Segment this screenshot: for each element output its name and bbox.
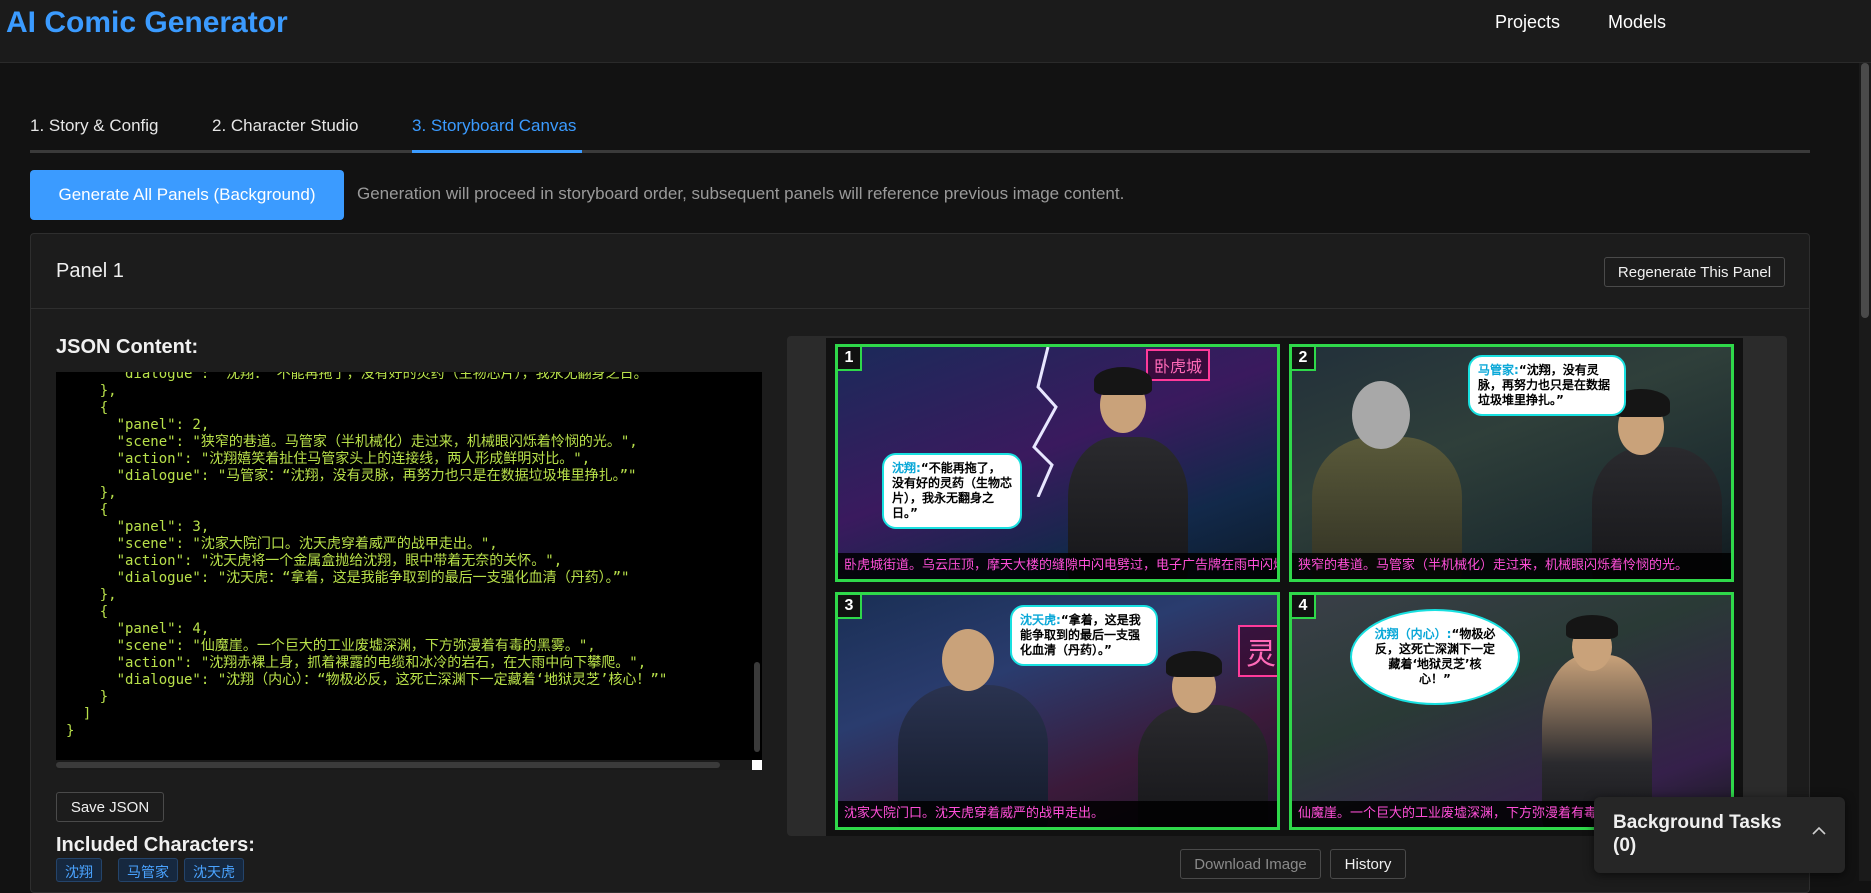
nav-models-link[interactable]: Models [1608,12,1666,33]
speech-bubble: 马管家:“沈翔，没有灵脉，再努力也只是在数据垃圾堆里挣扎。” [1468,355,1626,416]
bubble-speaker: 沈天虎: [1020,613,1061,627]
json-editor-text[interactable]: "dialogue": "沈翔：“不能再拖了，没有好的灵药（生物芯片），我永无翻… [66,372,746,740]
json-content-label: JSON Content: [56,336,199,358]
character-tag[interactable]: 沈天虎 [184,858,244,882]
comic-panel-4: 沈翔（内心）:“物极必反，这死亡深渊下一定藏着‘地狱灵芝’核心！” 仙魔崖。一个… [1289,592,1734,830]
nav-projects-link[interactable]: Projects [1495,12,1560,33]
comic-panel-2: 马管家:“沈翔，没有灵脉，再努力也只是在数据垃圾堆里挣扎。” 狭窄的巷道。马管家… [1289,344,1734,582]
bubble-speaker: 沈翔（内心）: [1374,627,1452,641]
comic-image-area: 卧虎城 沈翔:“不能再拖了，没有好的灵药（生物芯片），我永无翻身之日。” 卧虎城… [787,336,1787,836]
character-hair [1094,367,1152,395]
tab-story-config[interactable]: 1. Story & Config [30,116,159,136]
character-hair [1166,651,1222,677]
panel-header: Panel 1 Regenerate This Panel [31,234,1809,309]
panel-number: 3 [838,595,862,619]
character-hair [1566,615,1618,639]
panel-caption: 沈家大院门口。沈天虎穿着威严的战甲走出。 [838,801,1277,827]
tab-storyboard-canvas[interactable]: 3. Storyboard Canvas [412,116,576,136]
json-vertical-scrollbar[interactable] [754,662,760,752]
json-resize-handle[interactable] [752,760,762,770]
comic-page-image: 卧虎城 沈翔:“不能再拖了，没有好的灵药（生物芯片），我永无翻身之日。” 卧虎城… [826,338,1743,836]
app-title[interactable]: AI Comic Generator [6,6,288,40]
json-editor[interactable]: "dialogue": "沈翔：“不能再拖了，没有好的灵药（生物芯片），我永无翻… [56,372,762,770]
bubble-speaker: 沈翔: [892,461,921,475]
panel-caption: 卧虎城街道。乌云压顶，摩天大楼的缝隙中闪电劈过，电子广告牌在雨中闪烁。 [838,553,1277,579]
comic-panel-3: 灵 沈天虎:“拿着，这是我能争取到的最后一支强化血清（丹药）。” 沈家大院门口。… [835,592,1280,830]
comic-panel-1: 卧虎城 沈翔:“不能再拖了，没有好的灵药（生物芯片），我永无翻身之日。” 卧虎城… [835,344,1280,582]
history-button[interactable]: History [1330,849,1406,879]
download-image-button[interactable]: Download Image [1180,849,1321,879]
regenerate-panel-button[interactable]: Regenerate This Panel [1604,257,1785,287]
thought-bubble: 沈翔（内心）:“物极必反，这死亡深渊下一定藏着‘地狱灵芝’核心！” [1350,609,1520,705]
panel-card: Panel 1 Regenerate This Panel JSON Conte… [30,233,1810,893]
speech-bubble: 沈天虎:“拿着，这是我能争取到的最后一支强化血清（丹药）。” [1010,605,1158,666]
chevron-up-icon[interactable] [1811,823,1827,839]
page-scrollbar[interactable] [1859,63,1871,881]
panel-caption: 狭窄的巷道。马管家（半机械化）走过来，机械眼闪烁着怜悯的光。 [1292,553,1731,579]
background-tasks-label: Background Tasks (0) [1613,812,1782,856]
top-bar: AI Comic Generator Projects Models [0,0,1871,63]
active-tab-indicator [412,150,582,153]
character-tag[interactable]: 沈翔 [56,858,102,882]
character-head [1352,381,1410,449]
panel-number: 4 [1292,595,1316,619]
tab-character-studio[interactable]: 2. Character Studio [212,116,358,136]
panel-number: 1 [838,347,862,371]
background-tasks-widget[interactable]: Background Tasks (0) [1594,797,1845,873]
panel-title: Panel 1 [56,260,124,282]
step-tabs: 1. Story & Config 2. Character Studio 3.… [30,100,1810,153]
page-scroll-thumb[interactable] [1861,63,1869,318]
json-horizontal-scrollbar[interactable] [56,760,762,770]
generate-all-panels-button[interactable]: Generate All Panels (Background) [30,170,344,220]
save-json-button[interactable]: Save JSON [56,792,164,822]
neon-sign: 灵 [1238,625,1277,677]
included-characters-label: Included Characters: [56,834,255,856]
json-horizontal-scroll-thumb[interactable] [56,762,720,768]
bubble-speaker: 马管家: [1478,363,1519,377]
neon-sign: 卧虎城 [1146,349,1211,381]
panel-number: 2 [1292,347,1316,371]
character-head [942,629,994,691]
character-tag[interactable]: 马管家 [118,858,178,882]
speech-bubble: 沈翔:“不能再拖了，没有好的灵药（生物芯片），我永无翻身之日。” [882,453,1022,529]
generation-note: Generation will proceed in storyboard or… [357,184,1125,203]
